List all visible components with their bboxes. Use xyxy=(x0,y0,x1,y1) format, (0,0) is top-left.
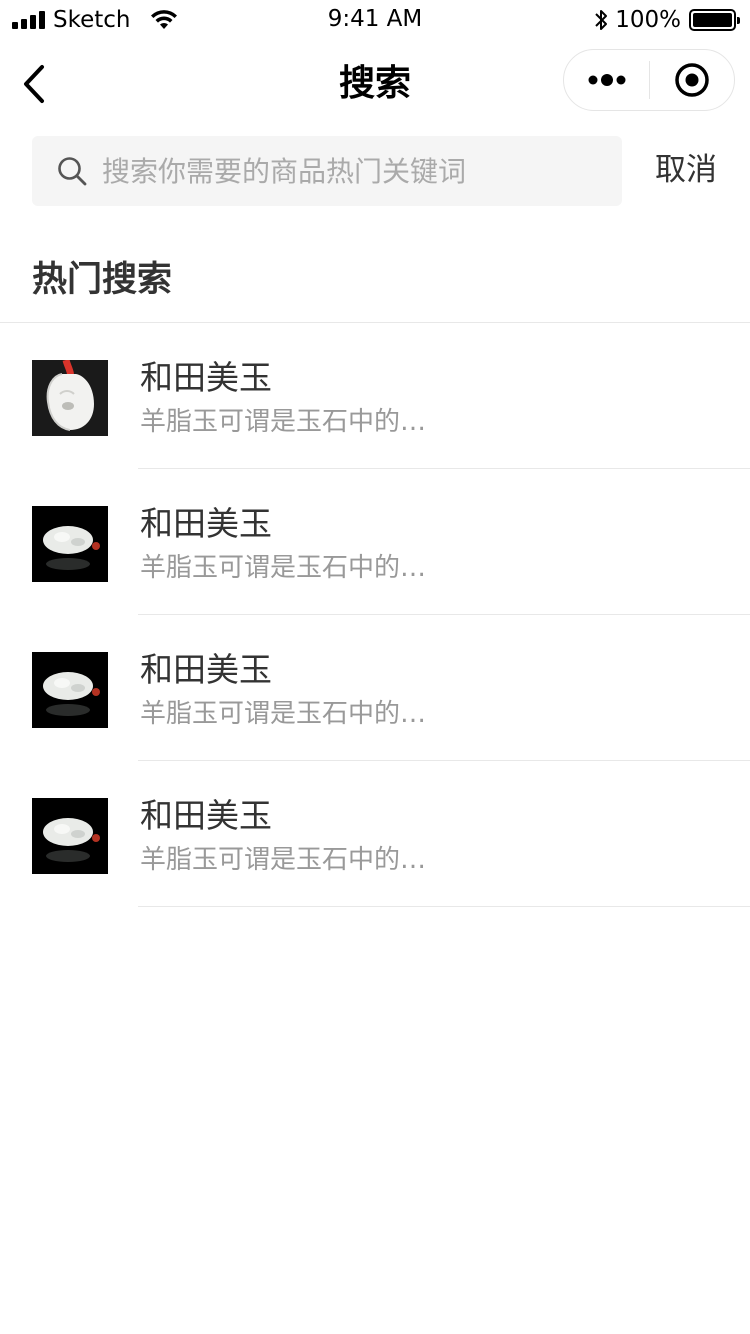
item-title: 和田美玉 xyxy=(140,504,272,543)
list-item[interactable]: 和田美玉 羊脂玉可谓是玉石中的… xyxy=(0,615,750,761)
search-icon xyxy=(58,157,87,186)
hot-search-list: 和田美玉 羊脂玉可谓是玉石中的… 和田美玉 羊脂玉可谓是玉石中的… 和田美玉 羊… xyxy=(0,323,750,907)
list-item[interactable]: 和田美玉 羊脂玉可谓是玉石中的… xyxy=(0,761,750,907)
mini-program-capsule xyxy=(563,49,735,111)
cancel-button[interactable]: 取消 xyxy=(640,150,732,190)
bluetooth-icon xyxy=(595,10,608,30)
search-box[interactable] xyxy=(32,136,622,206)
target-circle-icon xyxy=(675,63,709,97)
jade-carving-thumbnail xyxy=(32,798,108,874)
jade-image xyxy=(32,652,108,728)
search-input[interactable] xyxy=(100,151,580,191)
item-title: 和田美玉 xyxy=(140,358,272,397)
jade-carving-thumbnail xyxy=(32,506,108,582)
jade-carving-thumbnail xyxy=(32,652,108,728)
jade-image xyxy=(32,798,108,874)
status-bar: Sketch 9:41 AM 100% xyxy=(0,0,750,40)
jade-image xyxy=(32,360,108,436)
more-button[interactable] xyxy=(564,50,649,110)
list-item[interactable]: 和田美玉 羊脂玉可谓是玉石中的… xyxy=(0,469,750,615)
item-divider xyxy=(138,906,750,907)
status-right: 100% xyxy=(593,6,740,34)
item-title: 和田美玉 xyxy=(140,650,272,689)
battery-icon xyxy=(689,9,740,31)
hot-search-title: 热门搜索 xyxy=(32,260,173,300)
item-title: 和田美玉 xyxy=(140,796,272,835)
battery-percent: 100% xyxy=(615,7,681,33)
more-dots-icon xyxy=(588,74,625,86)
list-item[interactable]: 和田美玉 羊脂玉可谓是玉石中的… xyxy=(0,323,750,469)
jade-pendant-thumbnail xyxy=(32,360,108,436)
item-description: 羊脂玉可谓是玉石中的… xyxy=(140,407,427,437)
item-description: 羊脂玉可谓是玉石中的… xyxy=(140,845,427,875)
nav-bar: 搜索 xyxy=(0,40,750,128)
item-description: 羊脂玉可谓是玉石中的… xyxy=(140,553,427,583)
jade-image xyxy=(32,506,108,582)
item-description: 羊脂玉可谓是玉石中的… xyxy=(140,699,427,729)
close-mini-program-button[interactable] xyxy=(650,50,734,110)
